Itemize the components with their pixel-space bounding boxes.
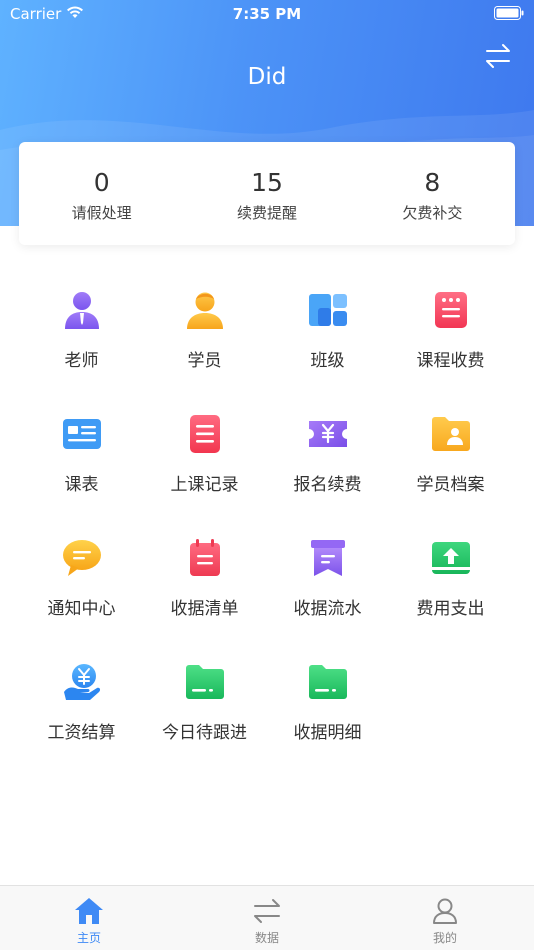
tab-bar: 主页 数据 我的 <box>0 885 534 950</box>
menu-label: 课表 <box>64 475 99 495</box>
menu-label: 报名续费 <box>293 475 362 495</box>
tab-label: 我的 <box>432 931 457 945</box>
menu-item-notification[interactable]: 通知中心 <box>20 538 143 662</box>
menu-item-receipt-flow[interactable]: 收据流水 <box>266 538 389 662</box>
menu-label: 学员档案 <box>416 475 485 495</box>
data-icon <box>254 899 280 923</box>
receipt-detail-icon <box>308 665 347 699</box>
menu-item-course-fee[interactable]: 课程收费 <box>389 290 512 414</box>
stat-value: 0 <box>93 168 110 197</box>
menu-item-student[interactable]: 学员 <box>143 290 266 414</box>
tab-home[interactable]: 主页 <box>0 886 178 950</box>
student-file-icon <box>431 417 470 451</box>
tab-label: 主页 <box>76 931 101 945</box>
tab-profile[interactable]: 我的 <box>356 886 534 950</box>
stat-renewal-reminders[interactable]: 15 续费提醒 <box>184 142 349 245</box>
menu-label: 今日待跟进 <box>162 723 247 743</box>
menu-item-followup[interactable]: 今日待跟进 <box>143 662 266 786</box>
menu-label: 工资结算 <box>47 723 116 743</box>
notification-icon <box>62 540 101 576</box>
status-bar: Carrier 7:35 PM <box>0 0 534 28</box>
followup-icon <box>185 665 224 699</box>
stat-arrears[interactable]: 8 欠费补交 <box>350 142 515 245</box>
student-icon <box>186 292 223 329</box>
menu-label: 通知中心 <box>47 599 116 619</box>
menu-item-class-record[interactable]: 上课记录 <box>143 414 266 538</box>
menu-item-expense[interactable]: 费用支出 <box>389 538 512 662</box>
stat-label: 续费提醒 <box>236 204 297 222</box>
teacher-icon <box>64 292 99 329</box>
class-icon <box>308 294 347 326</box>
menu-label: 班级 <box>310 351 345 371</box>
menu-item-receipt-list[interactable]: 收据清单 <box>143 538 266 662</box>
profile-icon <box>433 898 457 924</box>
stat-leave-requests[interactable]: 0 请假处理 <box>19 142 184 245</box>
menu-label: 上课记录 <box>170 475 239 495</box>
schedule-icon <box>62 419 101 449</box>
class-record-icon <box>189 415 220 453</box>
menu-label: 收据明细 <box>293 723 362 743</box>
menu-label: 老师 <box>64 351 99 371</box>
menu-item-schedule[interactable]: 课表 <box>20 414 143 538</box>
home-icon <box>75 898 103 924</box>
switch-account-icon[interactable] <box>484 42 512 70</box>
stats-card: 0 请假处理 15 续费提醒 8 欠费补交 <box>19 142 515 245</box>
menu-label: 学员 <box>187 351 222 371</box>
menu-item-student-file[interactable]: 学员档案 <box>389 414 512 538</box>
menu-item-enroll-renew[interactable]: 报名续费 <box>266 414 389 538</box>
menu-item-salary[interactable]: 工资结算 <box>20 662 143 786</box>
expense-icon <box>431 542 470 574</box>
course-fee-icon <box>434 292 467 328</box>
menu-item-receipt-detail[interactable]: 收据明细 <box>266 662 389 786</box>
stat-label: 欠费补交 <box>402 204 463 222</box>
receipt-flow-icon <box>310 540 345 576</box>
page-title: Did <box>247 64 287 90</box>
receipt-list-icon <box>189 539 220 576</box>
menu-item-class[interactable]: 班级 <box>266 290 389 414</box>
battery-icon <box>494 6 524 20</box>
feature-grid: 老师 学员 班级 课程收费 课表 上课记录 报名续费 学员档案 通知中心 收据清… <box>20 290 516 786</box>
status-time: 7:35 PM <box>232 5 302 23</box>
stat-label: 请假处理 <box>71 204 132 222</box>
stat-value: 15 <box>251 168 283 197</box>
salary-icon <box>63 664 100 700</box>
menu-label: 收据流水 <box>293 599 362 619</box>
stat-value: 8 <box>424 168 441 197</box>
tab-data[interactable]: 数据 <box>178 886 356 950</box>
menu-item-teacher[interactable]: 老师 <box>20 290 143 414</box>
menu-label: 收据清单 <box>170 599 239 619</box>
tab-label: 数据 <box>254 931 279 945</box>
enroll-renew-icon <box>308 421 347 447</box>
menu-label: 课程收费 <box>416 351 485 371</box>
menu-label: 费用支出 <box>416 599 485 619</box>
